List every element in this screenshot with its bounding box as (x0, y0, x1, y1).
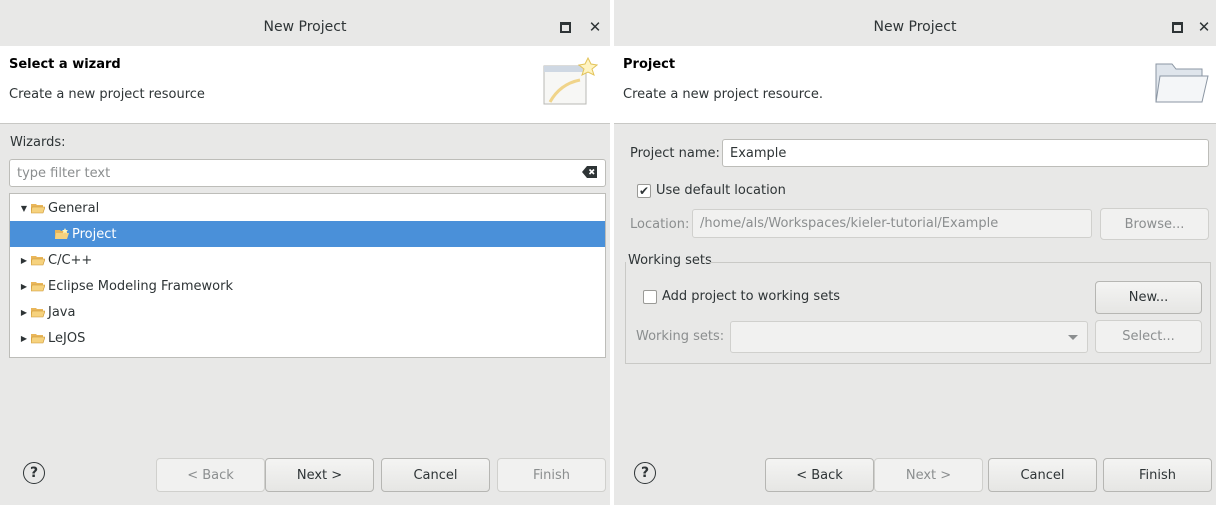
new-project-details-dialog: New Project ✕ Project Create a new proje… (614, 0, 1216, 505)
add-to-working-sets-checkbox[interactable] (643, 290, 657, 304)
working-sets-combo[interactable] (730, 321, 1088, 353)
project-icon (55, 228, 69, 239)
title-bar[interactable]: New Project ✕ (614, 9, 1216, 46)
header-title: Project (623, 57, 676, 72)
clear-filter-icon[interactable] (582, 165, 598, 183)
tree-item-label: Java (48, 304, 76, 320)
collapsed-arrow-icon[interactable]: ▶ (19, 256, 29, 265)
back-button[interactable]: < Back (765, 458, 874, 492)
expanded-arrow-icon[interactable]: ▼ (19, 204, 29, 213)
folder-banner-icon (1155, 63, 1209, 103)
location-input[interactable]: /home/als/Workspaces/kieler-tutorial/Exa… (692, 209, 1092, 238)
filter-input[interactable]: type filter text (9, 159, 606, 187)
folder-open-icon (31, 204, 45, 214)
tree-item-label: Eclipse Modeling Framework (48, 278, 233, 294)
collapsed-arrow-icon[interactable]: ▶ (19, 308, 29, 317)
use-default-location-label[interactable]: Use default location (656, 183, 786, 198)
maximize-icon (1171, 21, 1183, 33)
back-button[interactable]: < Back (156, 458, 265, 492)
help-icon: ? (29, 465, 39, 481)
finish-button[interactable]: Finish (1103, 458, 1212, 492)
cancel-button[interactable]: Cancel (988, 458, 1097, 492)
working-sets-label: Working sets: (636, 329, 725, 344)
use-default-location-checkbox[interactable]: ✔ (637, 184, 651, 198)
folder-open-icon (31, 308, 45, 318)
help-icon: ? (640, 465, 650, 481)
wizard-header: Select a wizard Create a new project res… (0, 46, 610, 124)
folder-open-icon (31, 256, 45, 266)
next-button[interactable]: Next > (265, 458, 374, 492)
tree-item-label: C/C++ (48, 252, 93, 268)
help-button[interactable]: ? (634, 462, 656, 484)
header-title: Select a wizard (9, 57, 121, 72)
tree-item-cpp[interactable]: ▶ C/C++ (10, 247, 605, 273)
maximize-button[interactable] (555, 17, 575, 37)
folder-open-icon (31, 282, 45, 292)
wizard-header: Project Create a new project resource. (614, 46, 1216, 124)
close-button[interactable]: ✕ (585, 17, 605, 37)
tree-item-project[interactable]: Project (10, 221, 605, 247)
location-label: Location: (630, 217, 690, 232)
wizard-tree[interactable]: ▼ General Project ▶ C/C++ ▶ Eclipse Mode… (9, 193, 606, 358)
new-project-wizard-dialog: New Project ✕ Select a wizard Create a n… (0, 0, 610, 505)
tree-item-general[interactable]: ▼ General (10, 195, 605, 221)
window-title: New Project (873, 19, 957, 35)
next-button[interactable]: Next > (874, 458, 983, 492)
tree-item-label: LeJOS (48, 330, 86, 346)
title-bar[interactable]: New Project ✕ (0, 9, 610, 46)
tree-item-lejos[interactable]: ▶ LeJOS (10, 325, 605, 351)
tree-item-java[interactable]: ▶ Java (10, 299, 605, 325)
project-name-label: Project name: (630, 146, 720, 161)
finish-button[interactable]: Finish (497, 458, 606, 492)
tree-item-label: Project (72, 226, 117, 242)
header-description: Create a new project resource (9, 87, 205, 102)
new-working-set-button[interactable]: New... (1095, 281, 1202, 314)
checkmark-icon: ✔ (638, 184, 650, 198)
header-description: Create a new project resource. (623, 87, 824, 102)
tree-item-label: General (48, 200, 100, 216)
close-icon: ✕ (588, 17, 602, 36)
dropdown-arrow-icon[interactable] (1068, 335, 1078, 340)
wizard-banner-icon (543, 56, 598, 105)
collapsed-arrow-icon[interactable]: ▶ (19, 334, 29, 343)
close-icon: ✕ (1197, 17, 1211, 36)
maximize-button[interactable] (1167, 17, 1187, 37)
maximize-icon (559, 21, 571, 33)
close-button[interactable]: ✕ (1194, 17, 1214, 37)
tree-item-emf[interactable]: ▶ Eclipse Modeling Framework (10, 273, 605, 299)
folder-open-icon (31, 334, 45, 344)
window-title: New Project (263, 19, 347, 35)
cancel-button[interactable]: Cancel (381, 458, 490, 492)
project-name-input[interactable]: Example (722, 139, 1209, 167)
filter-placeholder: type filter text (17, 165, 111, 181)
collapsed-arrow-icon[interactable]: ▶ (19, 282, 29, 291)
wizards-label: Wizards: (10, 135, 66, 150)
select-working-sets-button[interactable]: Select... (1095, 320, 1202, 353)
browse-button[interactable]: Browse... (1100, 208, 1209, 240)
add-to-working-sets-label[interactable]: Add project to working sets (662, 289, 840, 304)
help-button[interactable]: ? (23, 462, 45, 484)
